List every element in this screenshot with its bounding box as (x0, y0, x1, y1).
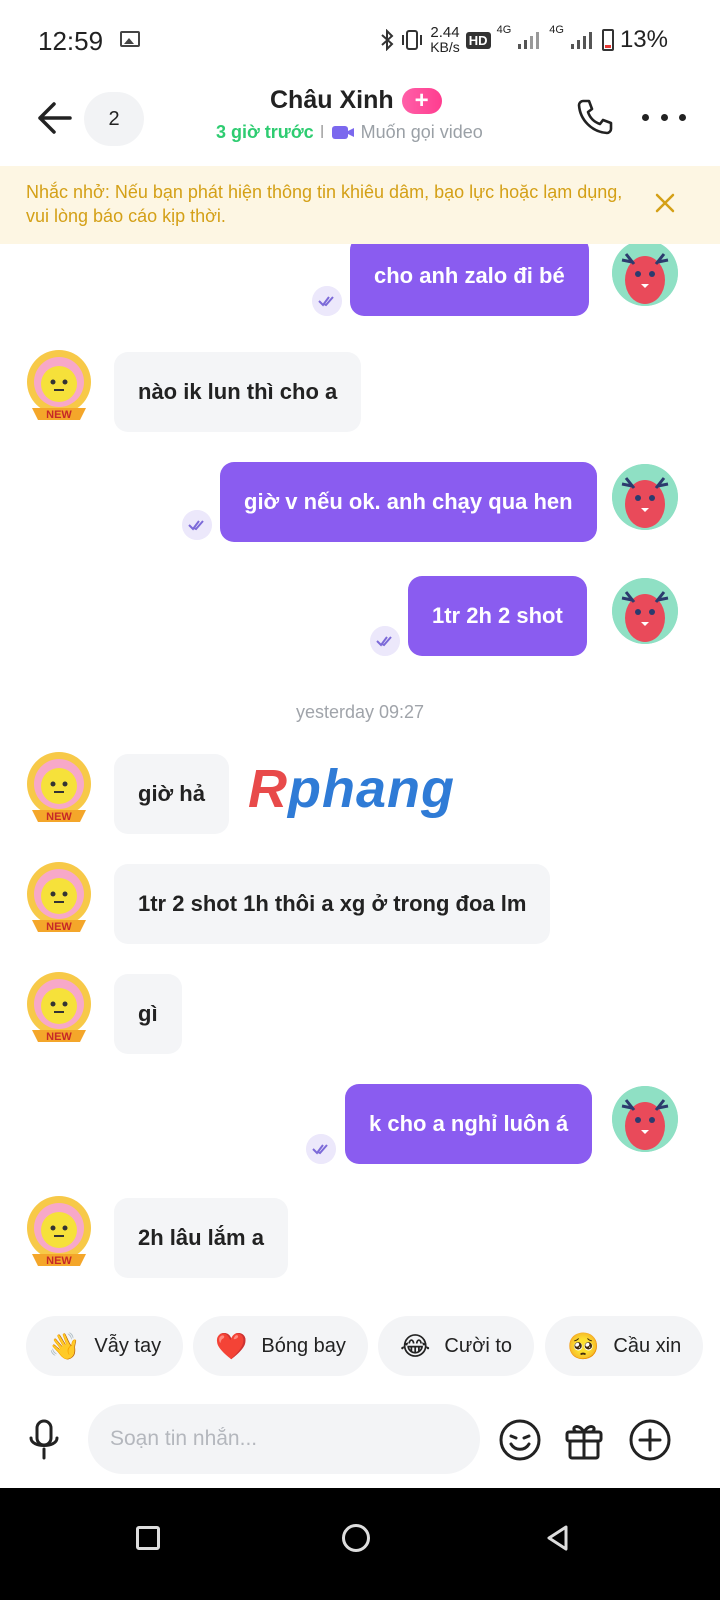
sun-badge-avatar-icon: NEW (27, 752, 91, 823)
new-badge-text: NEW (46, 1031, 72, 1043)
safety-notice-text: Nhắc nhở: Nếu bạn phát hiện thông tin kh… (26, 182, 623, 226)
new-badge-text: NEW (46, 811, 72, 823)
contact-avatar[interactable]: NEW (20, 748, 98, 828)
nav-back-icon[interactable] (544, 1524, 572, 1552)
sun-badge-avatar-icon: NEW (27, 862, 91, 933)
subline-separator: I (319, 122, 325, 142)
battery-percent: 13% (619, 26, 668, 53)
recent-apps-button[interactable] (136, 1526, 160, 1550)
laughing-face-icon: 😂 (400, 1330, 431, 1361)
network-speed: 2.44 KB/s (430, 24, 460, 55)
new-badge-text: NEW (46, 409, 72, 421)
new-badge-text: NEW (46, 921, 72, 933)
signal-icon-2 (570, 32, 592, 49)
chat-header: 2 Châu Xinh + 3 giờ trước I Muốn gọi vid… (0, 80, 720, 166)
last-seen-text: 3 giờ trước (216, 122, 314, 142)
sun-badge-avatar-icon: NEW (27, 350, 91, 421)
contact-subline: 3 giờ trước I Muốn gọi video (216, 122, 483, 143)
phone-call-icon[interactable] (574, 96, 616, 138)
unread-count-badge[interactable]: 2 (84, 92, 144, 146)
my-avatar[interactable] (612, 1086, 678, 1152)
incoming-message-bubble[interactable]: 2h lâu lắm a (114, 1198, 288, 1278)
network-type-1: 4G (496, 24, 512, 36)
watermark-part-1: R (248, 759, 288, 819)
my-avatar[interactable] (612, 464, 678, 530)
outgoing-message-bubble[interactable]: cho anh zalo đi bé (350, 244, 589, 316)
quick-reply-bar: 👋 Vẫy tay ❤️ Bóng bay 😂 Cười to 🥺 Cầu xi… (0, 1316, 720, 1380)
message-input[interactable] (88, 1404, 480, 1474)
time-separator: yesterday 09:27 (295, 702, 425, 722)
contact-avatar[interactable]: NEW (20, 968, 98, 1048)
my-avatar[interactable] (612, 244, 678, 306)
battery-icon (601, 29, 614, 51)
contact-avatar[interactable]: NEW (20, 346, 98, 426)
status-bar: 12:59 2.44 KB/s HD 4G 4G 13% (0, 0, 720, 80)
status-time: 12:59 (38, 26, 104, 56)
my-avatar[interactable] (612, 578, 678, 644)
safety-notice-banner: Nhắc nhở: Nếu bạn phát hiện thông tin kh… (0, 166, 720, 244)
watermark-logo: Rphang (248, 758, 455, 820)
outgoing-message-bubble[interactable]: giờ v nếu ok. anh chạy qua hen (220, 462, 597, 542)
read-receipt-icon (182, 510, 212, 540)
wave-icon: 👋 (48, 1330, 81, 1361)
add-circle-icon[interactable] (628, 1418, 672, 1462)
monster-avatar-icon (612, 464, 678, 530)
network-type-2: 4G (549, 24, 564, 36)
microphone-icon[interactable] (24, 1418, 64, 1462)
incoming-message-bubble[interactable]: 1tr 2 shot 1h thôi a xg ở trong đoa lm (114, 864, 551, 944)
quick-reply-label: Vẫy tay (94, 1334, 162, 1357)
status-indicators: 2.44 KB/s HD 4G 4G 13% (380, 24, 668, 56)
system-navigation-bar (0, 1488, 720, 1600)
quick-reply-beg[interactable]: 🥺 Cầu xin (545, 1316, 704, 1376)
gift-icon[interactable] (562, 1418, 606, 1462)
new-badge-text: NEW (46, 1255, 72, 1267)
contact-avatar[interactable]: NEW (20, 858, 98, 938)
back-arrow-icon[interactable] (34, 100, 74, 136)
incoming-message-bubble[interactable]: gì (114, 974, 182, 1054)
message-input-bar (0, 1392, 720, 1488)
read-receipt-icon (370, 626, 400, 656)
home-button[interactable] (342, 1524, 370, 1552)
outgoing-message-bubble[interactable]: 1tr 2h 2 shot (408, 576, 587, 656)
more-options-icon[interactable] (642, 102, 686, 132)
contact-name[interactable]: Châu Xinh (270, 86, 394, 115)
incoming-message-bubble[interactable]: nào ik lun thì cho a (114, 352, 362, 432)
quick-reply-wave[interactable]: 👋 Vẫy tay (26, 1316, 184, 1376)
sun-badge-avatar-icon: NEW (27, 972, 91, 1043)
quick-reply-label: Cười to (444, 1334, 513, 1357)
message-list[interactable]: cho anh zalo đi bé NEW nào ik lun thì ch… (0, 244, 720, 1316)
watermark-part-2: phang (288, 759, 455, 819)
contact-avatar[interactable]: NEW (20, 1192, 98, 1272)
close-icon[interactable] (654, 192, 676, 214)
read-receipt-icon (312, 286, 342, 316)
video-camera-icon[interactable] (331, 123, 355, 143)
contact-title[interactable]: Châu Xinh + (270, 86, 442, 115)
outgoing-message-bubble[interactable]: k cho a nghỉ luôn á (345, 1084, 593, 1164)
incoming-message-bubble[interactable]: giờ hả (114, 754, 229, 834)
quick-reply-label: Bóng bay (261, 1334, 346, 1357)
bluetooth-icon (381, 29, 394, 51)
sun-badge-avatar-icon: NEW (27, 1196, 91, 1267)
read-receipt-icon (306, 1134, 336, 1164)
quick-reply-laugh[interactable]: 😂 Cười to (378, 1316, 535, 1376)
pleading-face-icon: 🥺 (567, 1330, 600, 1361)
quick-reply-label: Cầu xin (613, 1334, 682, 1357)
monster-avatar-icon (612, 578, 678, 644)
gallery-notification-icon (120, 31, 140, 47)
monster-avatar-icon (612, 244, 678, 306)
vibrate-icon (402, 30, 423, 50)
speed-value: 2.44 (430, 24, 460, 41)
heart-icon: ❤️ (215, 1330, 248, 1361)
emoji-icon[interactable] (498, 1418, 542, 1462)
monster-avatar-icon (612, 1086, 678, 1152)
quick-reply-balloon[interactable]: ❤️ Bóng bay (193, 1316, 368, 1376)
signal-icon (518, 32, 540, 49)
hd-badge: HD (465, 31, 491, 49)
video-call-request[interactable]: Muốn gọi video (361, 122, 483, 143)
speed-unit: KB/s (430, 39, 460, 55)
follow-plus-button[interactable]: + (401, 87, 442, 114)
